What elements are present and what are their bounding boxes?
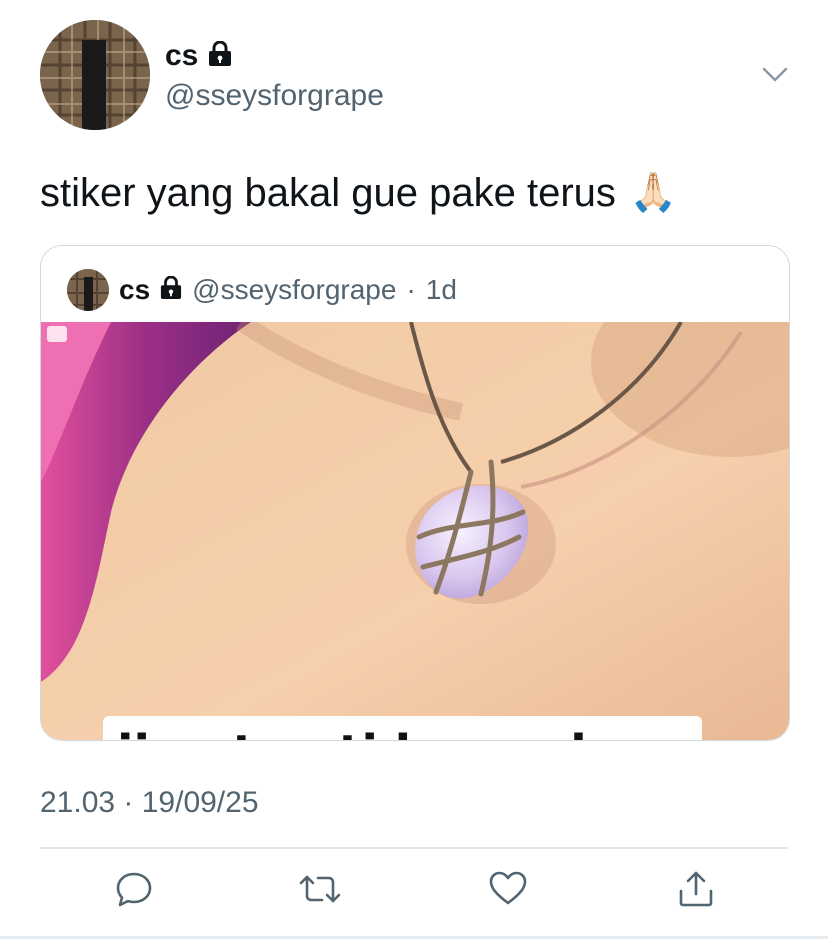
reply-button[interactable] [112,869,156,913]
tweet-timestamp[interactable]: 21.03 · 19/09/25 [40,785,259,821]
quoted-author-avatar [67,269,109,311]
quoted-author-name: cs [119,274,151,305]
share-button[interactable] [674,869,718,913]
like-button[interactable] [486,869,530,913]
chevron-down-icon[interactable] [760,62,790,86]
author-name-row[interactable]: cs [165,38,232,74]
author-handle[interactable]: @sseysforgrape [165,78,384,114]
quoted-time-separator: · [406,274,416,305]
divider [40,847,788,849]
pray-emoji: 🙏🏻 [629,172,678,214]
share-icon [676,869,716,914]
quoted-tweet-header: cs @sseysforgrape · 1d [67,268,457,312]
quoted-tweet-age: 1d [425,274,457,305]
tweet-text-body: stiker yang bakal gue pake terus [40,171,616,215]
image-caption: jimat anti berondong [103,716,703,740]
quoted-tweet-image[interactable]: jimat anti berondong [41,267,789,740]
quoted-tweet[interactable]: cs @sseysforgrape · 1d [40,245,790,741]
author-display-name[interactable]: cs [165,38,198,74]
retweet-icon [298,869,342,914]
tweet-text: stiker yang bakal gue pake terus 🙏🏻 [40,170,677,216]
author-avatar[interactable] [40,20,150,130]
reply-icon [114,869,154,914]
lock-icon [160,275,182,305]
heart-icon [488,869,528,914]
quoted-author-handle: @sseysforgrape [192,274,397,305]
lock-icon [208,40,232,72]
retweet-button[interactable] [298,869,342,913]
